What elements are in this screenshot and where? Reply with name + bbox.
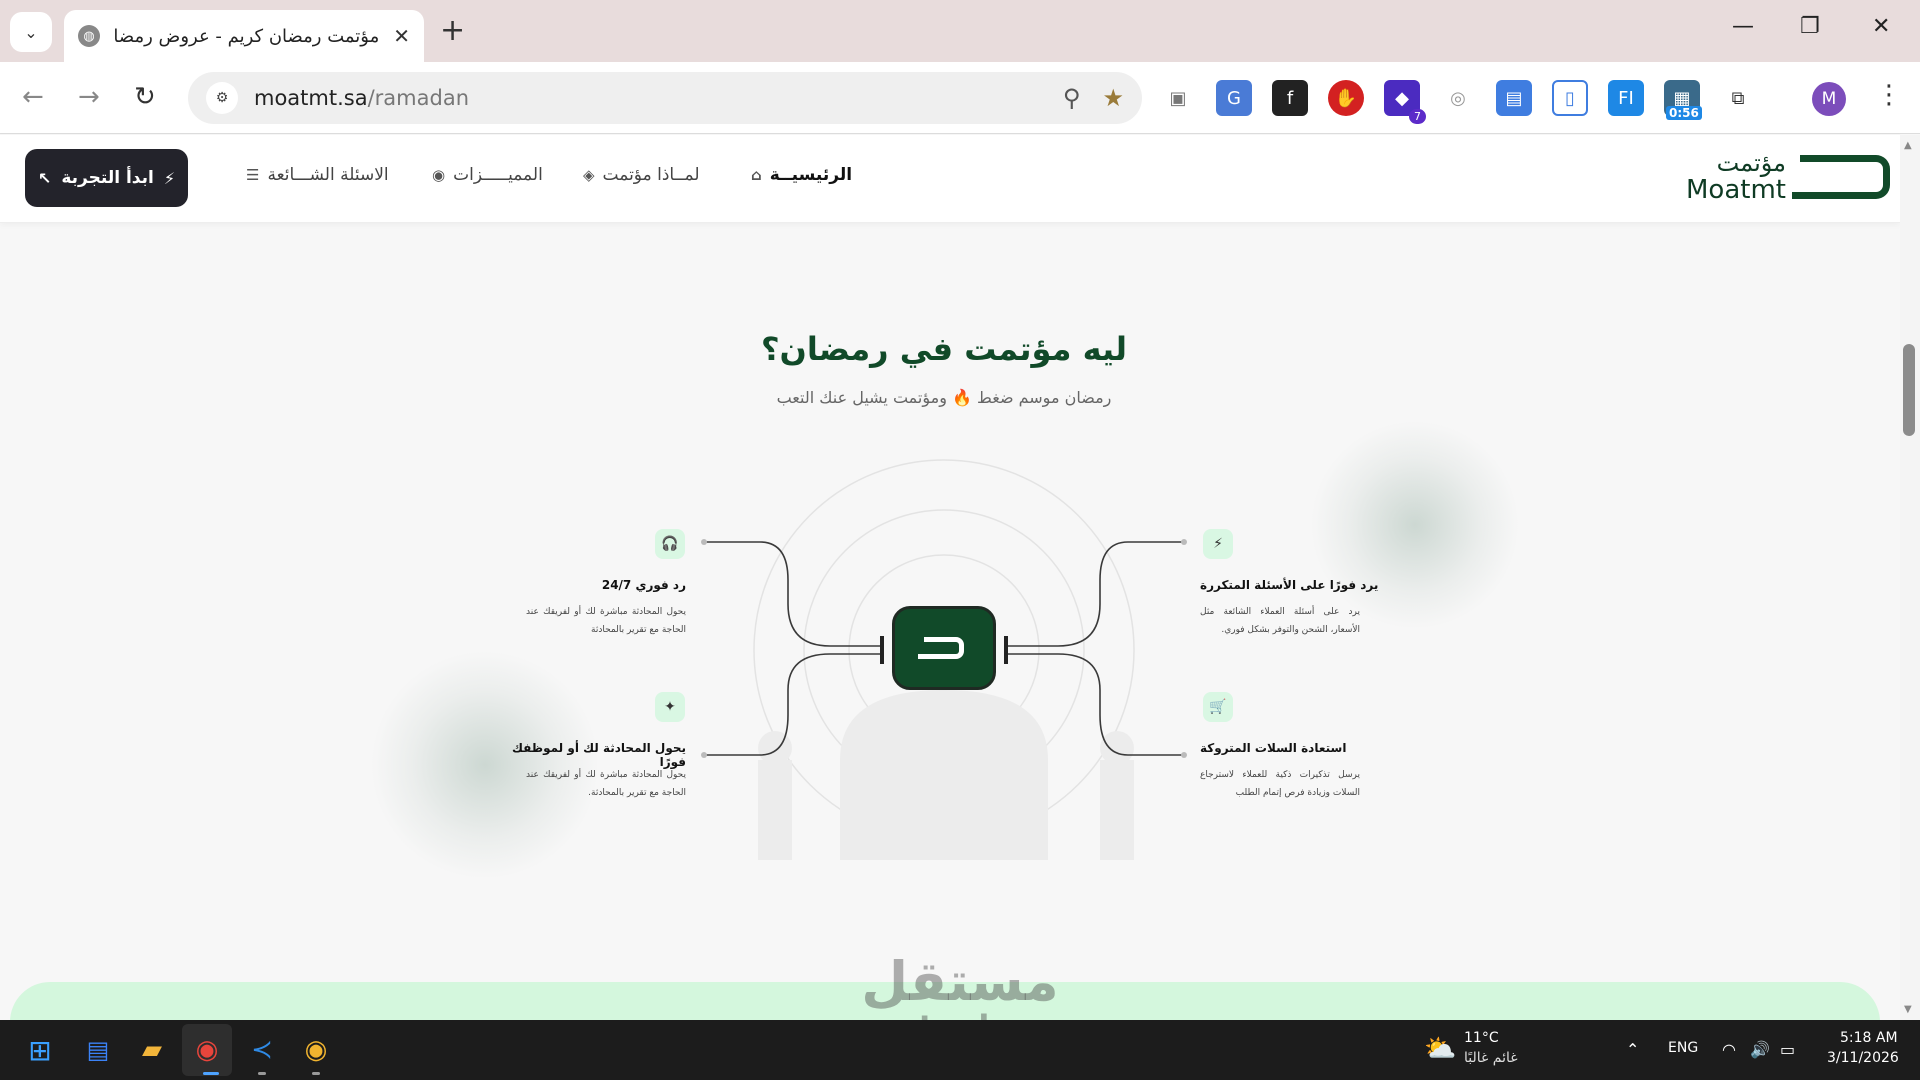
page-scrollbar[interactable]	[1900, 135, 1920, 1020]
feature-diagram	[701, 459, 1187, 860]
scroll-down-icon[interactable]: ▼	[1904, 1004, 1912, 1015]
feature-description: يرد على أسئلة العملاء الشائعة مثل الأسعا…	[1200, 607, 1360, 635]
file-explorer-icon[interactable]: ▰	[134, 1032, 170, 1068]
feature-title: يحول المحادثة لك أو لموظفك فورًا	[512, 741, 686, 769]
battery-icon[interactable]: ▭	[1780, 1040, 1795, 1059]
feature-title: استعادة السلات المتروكة	[1200, 741, 1347, 755]
mosque-silhouette	[758, 690, 1134, 860]
lightning-icon: ⚡	[1203, 529, 1233, 559]
volume-icon[interactable]: 🔊	[1750, 1040, 1770, 1059]
vscode-icon[interactable]: ≺	[244, 1032, 280, 1068]
feature-description: يحول المحادثة مباشرة لك أو لفريقك عند ال…	[526, 770, 686, 798]
scrollbar-thumb[interactable]	[1903, 344, 1915, 436]
wifi-icon[interactable]: ◠	[1722, 1040, 1736, 1059]
feature-title: رد فوري 24/7	[601, 578, 686, 592]
chrome-icon[interactable]: ◉	[298, 1032, 334, 1068]
clock-time[interactable]: 5:18 AM	[1840, 1030, 1898, 1046]
sparkle-icon: ✦	[655, 692, 685, 722]
feature-description: يرسل تذكيرات ذكية للعملاء لاسترجاع السلا…	[1200, 770, 1360, 798]
weather-temp: 11°C	[1464, 1030, 1499, 1046]
headset-icon: 🎧	[655, 529, 685, 559]
moatmt-hub-logo	[892, 606, 996, 690]
weather-desc: غائم غالبًا	[1464, 1050, 1518, 1066]
logo-mark-icon	[918, 637, 964, 659]
chevron-up-icon[interactable]: ⌃	[1626, 1040, 1639, 1059]
windows-taskbar: ⊞ ▤ ▰ ◉ ≺ ◉ ⛅ 11°C غائم غالبًا ⌃ ENG ◠ 🔊…	[0, 1020, 1920, 1080]
scroll-up-icon[interactable]: ▲	[1904, 140, 1912, 151]
feature-description: يحول المحادثة مباشرة لك أو لفريقك عند ال…	[526, 607, 686, 635]
cart-icon: 🛒	[1203, 692, 1233, 722]
clock-date[interactable]: 3/11/2026	[1827, 1050, 1899, 1066]
windows-start-icon[interactable]: ⊞	[22, 1032, 58, 1068]
language-indicator[interactable]: ENG	[1668, 1040, 1698, 1056]
chrome-icon[interactable]: ◉	[189, 1032, 225, 1068]
feature-title: يرد فورًا على الأسئلة المتكررة	[1200, 578, 1379, 592]
weather-icon[interactable]: ⛅	[1424, 1034, 1456, 1064]
notepad-icon[interactable]: ▤	[80, 1032, 116, 1068]
